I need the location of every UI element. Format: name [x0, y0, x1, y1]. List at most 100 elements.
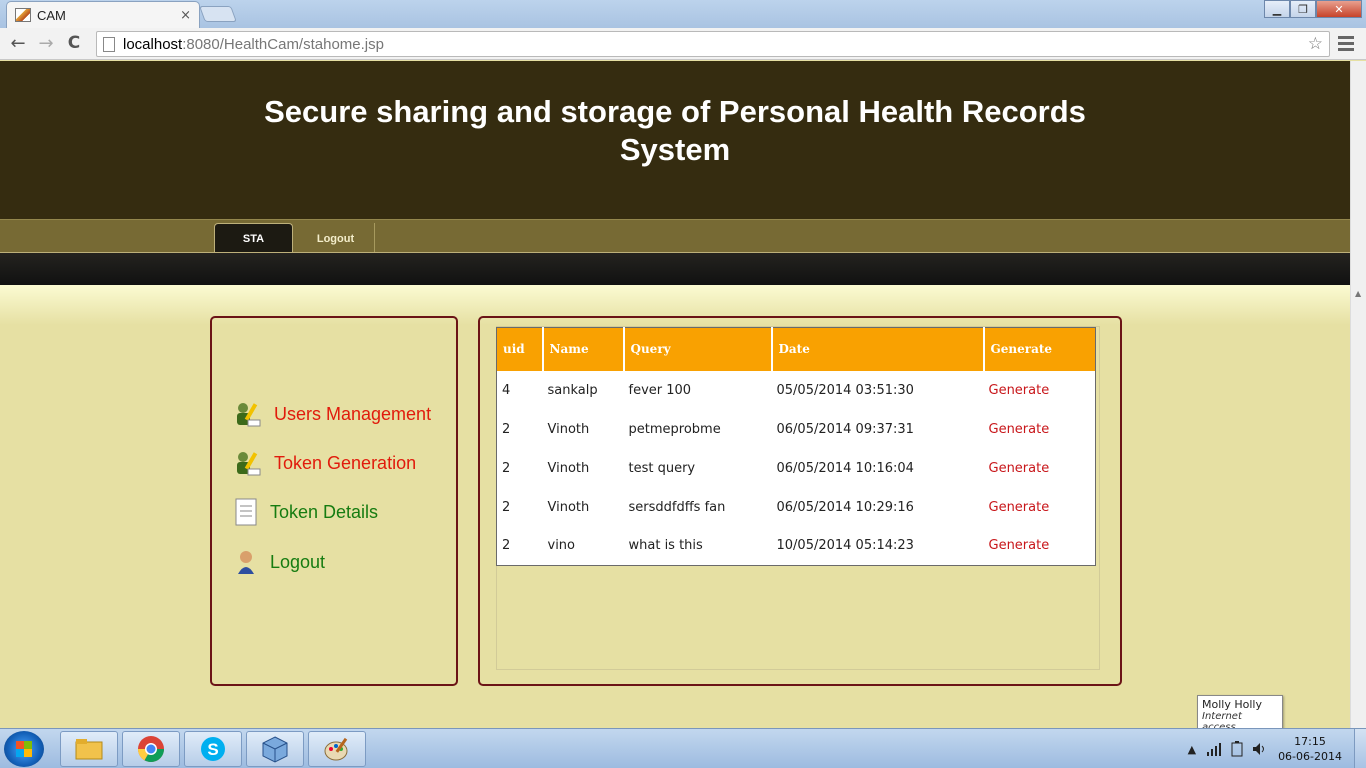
page-title-line1: Secure sharing and storage of Personal H…: [264, 94, 1086, 129]
cell-uid: 2: [502, 538, 511, 554]
show-hidden-icons-icon[interactable]: ▲: [1188, 743, 1196, 756]
cell-date: 06/05/2014 09:37:31: [776, 421, 914, 437]
back-icon[interactable]: ←: [6, 33, 30, 54]
main-nav: STA Logout: [0, 219, 1350, 254]
taskbar-app-explorer[interactable]: [60, 731, 118, 767]
chrome-icon: [137, 736, 165, 763]
column-header: Generate: [983, 327, 1096, 371]
windows-taskbar: S ▲ 17:15 06-06-2014: [0, 728, 1366, 768]
tab-title: CAM: [37, 7, 66, 23]
cell-name: Vinoth: [547, 460, 590, 476]
battery-icon[interactable]: [1230, 741, 1244, 757]
browser-tab[interactable]: CAM ×: [6, 1, 200, 28]
forward-icon[interactable]: →: [34, 33, 58, 54]
generate-link[interactable]: Generate: [984, 410, 1096, 449]
token-requests-table: uid Name Query Date Generate 4 sankalp f…: [496, 327, 1096, 566]
nav-tab-logout[interactable]: Logout: [297, 223, 375, 254]
page-scrollbar[interactable]: ▲: [1350, 61, 1366, 728]
minimize-button[interactable]: ▁: [1264, 0, 1290, 18]
sidebar-item-token-generation[interactable]: Token Generation: [234, 449, 416, 477]
cell-date: 06/05/2014 10:16:04: [776, 460, 914, 476]
cell-uid: 2: [502, 460, 511, 476]
page-title: Secure sharing and storage of Personal H…: [225, 93, 1125, 169]
start-button[interactable]: [4, 731, 44, 767]
sidebar-panel: Users Management Token Generation Token …: [210, 316, 458, 686]
virtualbox-icon: [262, 736, 288, 763]
cell-name: Vinoth: [547, 499, 590, 515]
chrome-menu-icon[interactable]: [1338, 36, 1354, 54]
page-icon: [103, 36, 115, 52]
table-row: 2 Vinoth petmeprobme 06/05/2014 09:37:31…: [497, 410, 1096, 449]
clock-time: 17:15: [1294, 735, 1326, 748]
paint-icon: [324, 737, 348, 761]
cell-uid: 4: [502, 382, 511, 398]
generate-link[interactable]: Generate: [984, 527, 1096, 566]
windows-logo-icon: [16, 741, 32, 757]
generate-link[interactable]: Generate: [984, 449, 1096, 488]
user-icon: [238, 551, 254, 574]
nav-tab-sta[interactable]: STA: [214, 223, 293, 254]
column-header: uid: [496, 327, 544, 371]
nav-underbar: [0, 252, 1350, 285]
cell-uid: 2: [502, 421, 511, 437]
maximize-button[interactable]: ❐: [1290, 0, 1316, 18]
site-favicon-icon: [15, 8, 31, 22]
svg-text:S: S: [207, 740, 218, 759]
generate-link[interactable]: Generate: [984, 488, 1096, 527]
cell-query: sersddfdffs fan: [628, 499, 726, 515]
cell-date: 10/05/2014 05:14:23: [776, 538, 914, 554]
cell-query: test query: [628, 460, 696, 476]
document-icon: [235, 498, 257, 526]
new-tab-button[interactable]: [199, 6, 237, 22]
taskbar-app-virtualbox[interactable]: [246, 731, 304, 767]
column-header: Date: [771, 327, 985, 371]
page-title-line2: System: [619, 132, 731, 167]
window-controls: ▁ ❐ ✕: [1264, 0, 1362, 18]
sidebar-item-label: Token Generation: [274, 452, 417, 473]
tab-close-icon[interactable]: ×: [180, 8, 191, 23]
sidebar-item-logout[interactable]: Logout: [234, 548, 325, 576]
close-window-button[interactable]: ✕: [1316, 0, 1362, 18]
browser-toolbar: ← → C localhost:8080/HealthCam/stahome.j…: [0, 28, 1366, 60]
reload-icon[interactable]: C: [62, 33, 86, 53]
page-viewport: Secure sharing and storage of Personal H…: [0, 61, 1350, 728]
url-host: localhost: [123, 35, 183, 53]
file-explorer-icon: [75, 739, 103, 760]
sidebar-item-label: Token Details: [270, 501, 379, 522]
cell-uid: 2: [502, 499, 511, 515]
generate-link[interactable]: Generate: [984, 371, 1096, 410]
bookmark-star-icon[interactable]: ☆: [1308, 34, 1323, 54]
taskbar-app-paint[interactable]: [308, 731, 366, 767]
taskbar-clock[interactable]: 17:15 06-06-2014: [1278, 734, 1342, 764]
cell-name: vino: [547, 538, 576, 554]
show-desktop-button[interactable]: [1354, 729, 1366, 768]
table-header-row: uid Name Query Date Generate: [496, 327, 1096, 371]
table-row: 2 Vinoth sersddfdffs fan 06/05/2014 10:2…: [497, 488, 1096, 527]
clock-date: 06-06-2014: [1278, 750, 1342, 763]
cell-name: Vinoth: [547, 421, 590, 437]
table-row: 2 Vinoth test query 06/05/2014 10:16:04 …: [497, 449, 1096, 488]
signal-icon[interactable]: [1206, 742, 1222, 756]
sidebar-item-label: Users Management: [274, 403, 432, 424]
cell-query: what is this: [628, 538, 703, 554]
sidebar-item-users-management[interactable]: Users Management: [234, 400, 431, 428]
table-row: 2 vino what is this 10/05/2014 05:14:23 …: [497, 527, 1096, 566]
address-bar[interactable]: localhost:8080/HealthCam/stahome.jsp ☆: [96, 31, 1330, 57]
tooltip-title: Molly Holly: [1202, 698, 1262, 711]
users-edit-icon: [237, 452, 261, 476]
cell-date: 06/05/2014 10:29:16: [776, 499, 914, 515]
volume-icon[interactable]: [1252, 742, 1268, 756]
users-edit-icon: [237, 403, 261, 427]
scroll-up-icon[interactable]: ▲: [1355, 289, 1361, 298]
taskbar-app-chrome[interactable]: [122, 731, 180, 767]
site-header: Secure sharing and storage of Personal H…: [0, 61, 1350, 219]
cell-date: 05/05/2014 03:51:30: [776, 382, 914, 398]
column-header: Query: [623, 327, 773, 371]
sidebar-item-label: Logout: [270, 551, 326, 572]
taskbar-app-skype[interactable]: S: [184, 731, 242, 767]
sidebar-item-token-details[interactable]: Token Details: [234, 498, 378, 526]
browser-tabstrip: CAM × ▁ ❐ ✕: [0, 0, 1366, 28]
system-tray: ▲ 17:15 06-06-2014: [1188, 729, 1366, 768]
column-header: Name: [542, 327, 625, 371]
cell-query: fever 100: [628, 382, 692, 398]
